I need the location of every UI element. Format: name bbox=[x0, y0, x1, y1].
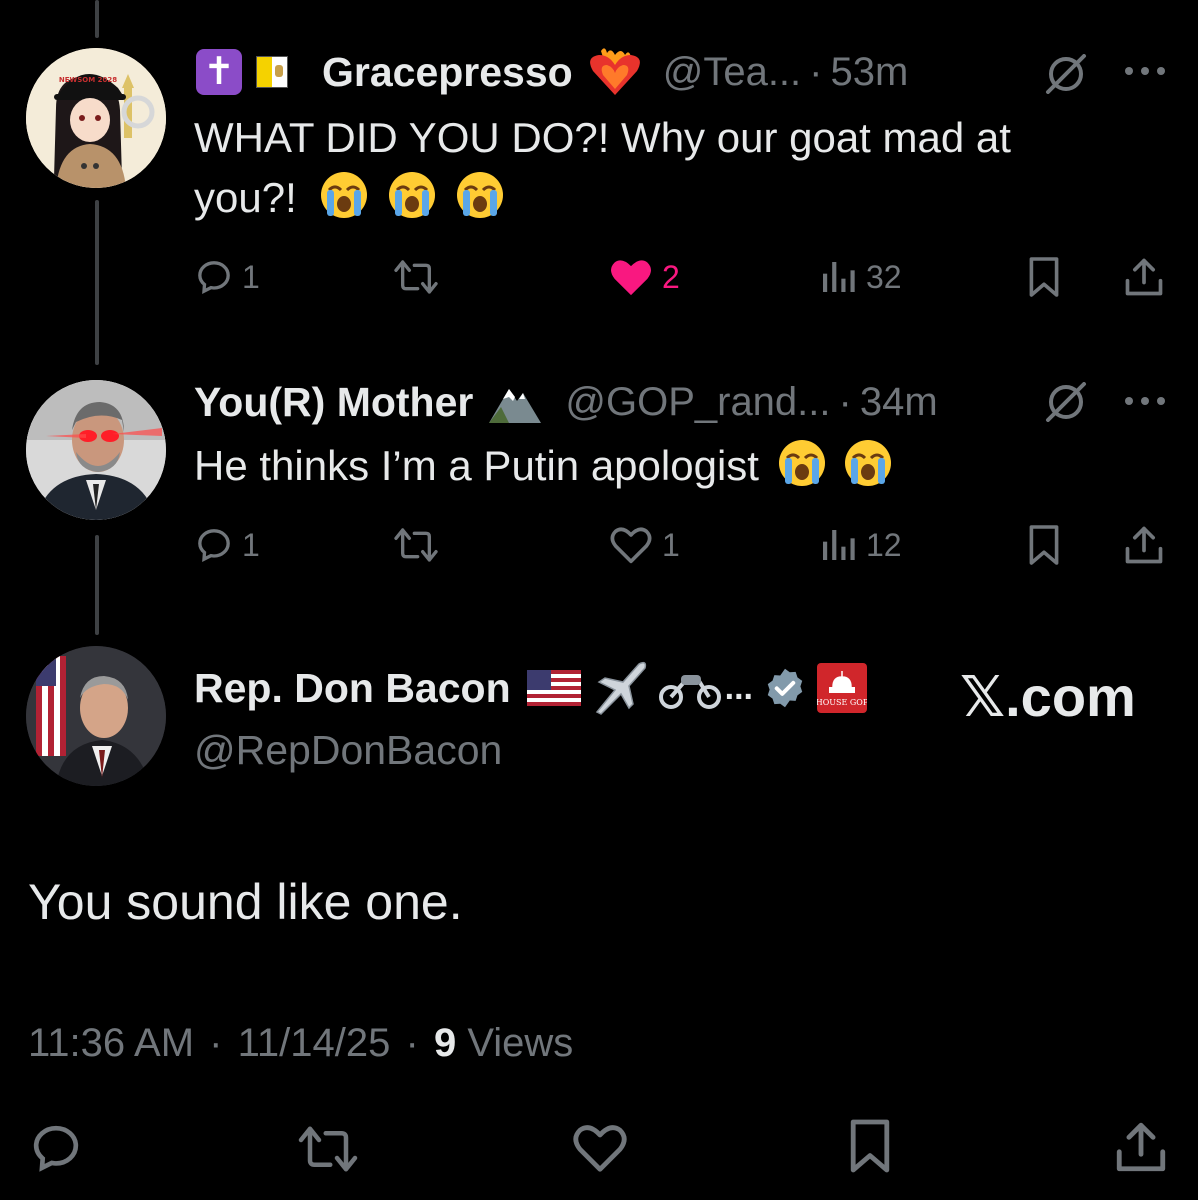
name-emojis: ... bbox=[526, 660, 753, 716]
affiliate-badge-text: HOUSE GOP bbox=[817, 698, 867, 707]
retweet-icon[interactable] bbox=[296, 1122, 360, 1176]
tweet-time[interactable]: 11:36 AM bbox=[28, 1021, 194, 1065]
separator-dot: · bbox=[838, 379, 852, 424]
reply-icon bbox=[198, 529, 230, 562]
tweet-actions-1: 1 2 32 bbox=[0, 252, 1198, 302]
anime-avatar-image: NEWSOM 2028 bbox=[26, 48, 166, 188]
heart-outline-icon[interactable] bbox=[570, 1122, 630, 1174]
views-button[interactable]: 12 bbox=[818, 520, 902, 570]
cap-text: NEWSOM 2028 bbox=[59, 76, 117, 84]
like-button[interactable]: 2 bbox=[608, 252, 680, 302]
loudly-crying-emoji bbox=[320, 172, 367, 218]
loudly-crying-emoji bbox=[388, 172, 435, 218]
views-count: 9 bbox=[433, 1021, 457, 1065]
retweet-icon bbox=[394, 528, 438, 562]
grok-icon[interactable] bbox=[1042, 382, 1090, 422]
reply-count: 1 bbox=[242, 526, 260, 563]
tweet-date[interactable]: 11/14/25 bbox=[238, 1021, 391, 1065]
tweet-text-line2: you?! bbox=[194, 174, 297, 221]
author-name[interactable]: Rep. Don Bacon bbox=[194, 665, 511, 712]
thread-line-top bbox=[95, 0, 99, 38]
loudly-crying-emoji bbox=[456, 172, 503, 218]
profile-photo bbox=[26, 380, 166, 520]
watermark: 𝕏.com bbox=[960, 665, 1136, 728]
views-icon bbox=[823, 530, 855, 560]
views-icon bbox=[823, 262, 855, 292]
handle-line: @RepDonBacon bbox=[194, 722, 502, 778]
tweet-text-line1: WHAT DID YOU DO?! Why our goat mad at bbox=[194, 114, 1011, 161]
profile-photo bbox=[26, 646, 166, 786]
more-options-icon[interactable] bbox=[1124, 396, 1166, 406]
vatican-flag-icon bbox=[256, 56, 288, 88]
name-truncation-ellipsis: ... bbox=[724, 668, 753, 707]
reply-count: 1 bbox=[242, 258, 260, 295]
bookmark-icon[interactable] bbox=[846, 1116, 894, 1176]
bookmark-icon bbox=[1029, 257, 1059, 297]
main-tweet-text: You sound like one. bbox=[28, 874, 463, 930]
author-handle[interactable]: @Tea... bbox=[663, 50, 801, 95]
cross-badge-icon: ✝ bbox=[196, 49, 242, 95]
loudly-crying-emoji bbox=[844, 440, 891, 486]
tweet-text-1: WHAT DID YOU DO?! Why our goat mad at yo… bbox=[194, 108, 1134, 228]
tweet-time[interactable]: 34m bbox=[860, 380, 938, 425]
tweet-text-2: He thinks I’m a Putin apologist bbox=[194, 436, 1134, 496]
share-icon bbox=[1125, 258, 1163, 296]
separator-dot: · bbox=[209, 1021, 223, 1065]
tweet-text: He thinks I’m a Putin apologist bbox=[194, 442, 759, 489]
mountain-icon bbox=[487, 379, 543, 425]
like-count: 2 bbox=[662, 258, 680, 295]
reply-icon[interactable] bbox=[28, 1120, 84, 1176]
separator-dot: · bbox=[809, 49, 823, 94]
tweet-header-1: ✝ Gracepresso @Tea... · 53m bbox=[196, 42, 908, 102]
heart-outline-icon bbox=[610, 527, 652, 564]
more-options-icon[interactable] bbox=[1124, 66, 1166, 76]
main-tweet-header: Rep. Don Bacon ... HOUSE GOP bbox=[194, 658, 869, 718]
retweet-button[interactable] bbox=[392, 520, 440, 570]
heart-on-fire-icon bbox=[587, 45, 643, 99]
views-count: 32 bbox=[866, 258, 902, 295]
share-icon bbox=[1125, 526, 1163, 564]
views-count: 12 bbox=[866, 526, 902, 563]
like-button[interactable]: 1 bbox=[608, 520, 680, 570]
bookmark-icon bbox=[1029, 525, 1059, 565]
share-icon[interactable] bbox=[1112, 1118, 1170, 1176]
author-name[interactable]: You(R) Mother bbox=[194, 379, 473, 426]
author-name[interactable]: Gracepresso bbox=[322, 49, 573, 96]
tweet-metadata: 11:36 AM · 11/14/25 · 9 Views bbox=[28, 1016, 573, 1070]
reply-button[interactable]: 1 bbox=[194, 520, 260, 570]
airplane-icon bbox=[595, 661, 646, 715]
house-gop-badge: HOUSE GOP bbox=[816, 663, 869, 713]
views-label: Views bbox=[467, 1021, 574, 1065]
views-button[interactable]: 32 bbox=[818, 252, 902, 302]
avatar-rep-don-bacon[interactable] bbox=[26, 646, 166, 786]
tweet-actions-2: 1 1 12 bbox=[0, 520, 1198, 570]
bookmark-button[interactable] bbox=[1026, 520, 1062, 570]
loudly-crying-emoji bbox=[778, 440, 825, 486]
avatar-gracepresso[interactable]: NEWSOM 2028 bbox=[26, 48, 166, 188]
bookmark-button[interactable] bbox=[1026, 252, 1062, 302]
retweet-button[interactable] bbox=[392, 252, 440, 302]
author-handle[interactable]: @GOP_rand... bbox=[565, 380, 830, 425]
tweet-header-2: You(R) Mother @GOP_rand... · 34m bbox=[194, 372, 938, 432]
heart-filled-icon bbox=[611, 260, 651, 296]
author-handle[interactable]: @RepDonBacon bbox=[194, 727, 502, 773]
motorcycle-icon bbox=[658, 675, 721, 709]
tweet-time[interactable]: 53m bbox=[830, 50, 908, 95]
avatar-you-r-mother[interactable] bbox=[26, 380, 166, 520]
share-button[interactable] bbox=[1122, 252, 1166, 302]
retweet-icon bbox=[394, 260, 438, 294]
us-flag-icon bbox=[526, 670, 581, 706]
reply-icon bbox=[198, 261, 230, 294]
share-button[interactable] bbox=[1122, 520, 1166, 570]
grok-icon[interactable] bbox=[1042, 54, 1090, 94]
main-tweet-actions bbox=[0, 1116, 1198, 1176]
verified-badge-icon bbox=[767, 668, 803, 708]
reply-button[interactable]: 1 bbox=[194, 252, 260, 302]
like-count: 1 bbox=[662, 526, 680, 563]
separator-dot: · bbox=[405, 1021, 419, 1065]
